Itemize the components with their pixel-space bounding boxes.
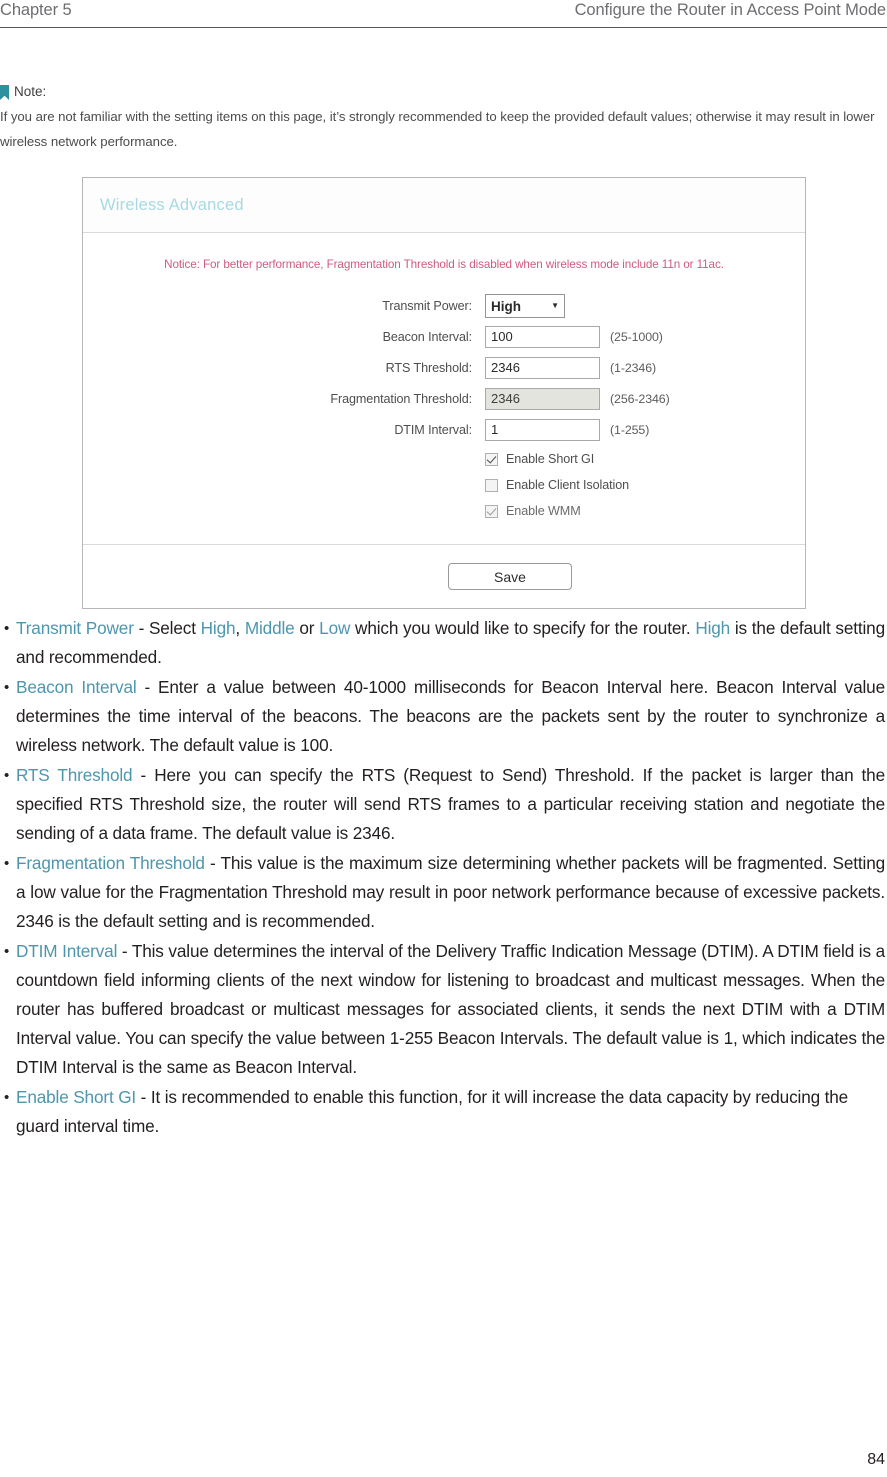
- field-label-transmit-power: Transmit Power:: [382, 299, 472, 313]
- note-title-label: Note:: [14, 84, 47, 99]
- fragmentation-threshold-input: 2346: [485, 388, 600, 410]
- field-label-rts-threshold: RTS Threshold:: [385, 361, 472, 375]
- term-highlight: DTIM Interval: [16, 941, 118, 961]
- body-text: - Enter a value between 40-1000 millisec…: [16, 677, 885, 755]
- field-label-beacon-interval: Beacon Interval:: [382, 330, 473, 344]
- bullet-text-enable-short-gi: Enable Short GI - It is recommended to e…: [16, 1083, 887, 1141]
- term-highlight: Beacon Interval: [16, 677, 137, 697]
- field-row-beacon-interval: Beacon Interval: 100 (25-1000): [83, 322, 805, 352]
- body-text: ,: [235, 618, 245, 638]
- note-title: Note:: [0, 84, 880, 100]
- checkbox-row-short-gi[interactable]: Enable Short GI: [83, 446, 805, 472]
- bullet-text-transmit-power: Transmit Power - Select High, Middle or …: [16, 614, 887, 672]
- bullet-text-fragmentation-threshold: Fragmentation Threshold - This value is …: [16, 849, 887, 936]
- ui-field-list: Transmit Power: High ▼ Beacon Interval: …: [83, 291, 805, 544]
- term-highlight: High: [695, 618, 731, 638]
- bullet-glyph: •: [4, 943, 10, 960]
- transmit-power-value: High: [491, 298, 521, 314]
- field-label-dtim-interval: DTIM Interval:: [394, 423, 472, 437]
- list-item: • Transmit Power - Select High, Middle o…: [0, 614, 887, 672]
- enable-wmm-checkbox[interactable]: [485, 504, 498, 518]
- field-hint-fragmentation-threshold: (256-2346): [610, 392, 670, 406]
- list-item: • Beacon Interval - Enter a value betwee…: [0, 673, 887, 760]
- term-highlight: Transmit Power: [16, 618, 134, 638]
- enable-wmm-label: Enable WMM: [506, 504, 581, 518]
- bullet-glyph: •: [4, 1089, 10, 1106]
- bullet-text-dtim-interval: DTIM Interval - This value determines th…: [16, 937, 887, 1082]
- ui-panel-body: Notice: For better performance, Fragment…: [83, 233, 805, 545]
- bullet-text-beacon-interval: Beacon Interval - Enter a value between …: [16, 673, 887, 760]
- enable-client-isolation-checkbox[interactable]: [485, 478, 498, 492]
- body-text: - Here you can specify the RTS (Request …: [16, 765, 885, 843]
- bullet-glyph: •: [4, 679, 10, 696]
- ui-panel-footer: Save: [83, 545, 805, 608]
- field-row-transmit-power: Transmit Power: High ▼: [83, 291, 805, 321]
- body-text: which you would like to specify for the …: [350, 618, 696, 638]
- field-row-rts-threshold: RTS Threshold: 2346 (1-2346): [83, 353, 805, 383]
- list-item: • DTIM Interval - This value determines …: [0, 937, 887, 1082]
- field-hint-rts-threshold: (1-2346): [610, 361, 657, 375]
- checkbox-row-wmm[interactable]: Enable WMM: [83, 498, 805, 524]
- term-highlight: Low: [319, 618, 351, 638]
- list-item: • Enable Short GI - It is recommended to…: [0, 1083, 887, 1141]
- note-body-text: If you are not familiar with the setting…: [0, 109, 875, 149]
- page-running-header: Chapter 5 Configure the Router in Access…: [0, 0, 887, 28]
- term-highlight: High: [200, 618, 236, 638]
- body-text: - It is recommended to enable this funct…: [16, 1087, 849, 1136]
- body-text: or: [294, 618, 320, 638]
- beacon-interval-input[interactable]: 100: [485, 326, 600, 348]
- term-highlight: Enable Short GI: [16, 1087, 137, 1107]
- chapter-label: Chapter 5: [0, 1, 72, 19]
- section-title: Configure the Router in Access Point Mod…: [574, 1, 887, 19]
- bookmark-icon: [0, 85, 9, 100]
- enable-client-isolation-label: Enable Client Isolation: [506, 478, 630, 492]
- note-block: Note: If you are not familiar with the s…: [0, 84, 880, 154]
- transmit-power-select[interactable]: High ▼: [485, 294, 565, 318]
- field-row-fragmentation-threshold: Fragmentation Threshold: 2346 (256-2346): [83, 384, 805, 414]
- checkbox-row-client-isolation[interactable]: Enable Client Isolation: [83, 472, 805, 498]
- body-text: - Select: [133, 618, 201, 638]
- field-label-fragmentation-threshold: Fragmentation Threshold:: [330, 392, 472, 406]
- chevron-down-icon: ▼: [551, 301, 559, 310]
- bullet-list: • Transmit Power - Select High, Middle o…: [0, 614, 887, 1142]
- rts-threshold-input[interactable]: 2346: [485, 357, 600, 379]
- bullet-glyph: •: [4, 767, 10, 784]
- page-number: 84: [867, 1451, 885, 1468]
- ui-notice-text: Notice: For better performance, Fragment…: [164, 258, 724, 271]
- body-text: - This value determines the interval of …: [16, 941, 885, 1077]
- list-item: • Fragmentation Threshold - This value i…: [0, 849, 887, 936]
- ui-panel-title: Wireless Advanced: [100, 195, 244, 214]
- field-hint-beacon-interval: (25-1000): [610, 330, 663, 344]
- bullet-glyph: •: [4, 620, 10, 637]
- enable-short-gi-label: Enable Short GI: [506, 452, 595, 466]
- router-ui-screenshot: Wireless Advanced Notice: For better per…: [82, 177, 806, 609]
- term-highlight: RTS Threshold: [16, 765, 133, 785]
- term-highlight: Fragmentation Threshold: [16, 853, 205, 873]
- field-row-dtim-interval: DTIM Interval: 1 (1-255): [83, 415, 805, 445]
- field-hint-dtim-interval: (1-255): [610, 423, 650, 437]
- term-highlight: Middle: [244, 618, 295, 638]
- bullet-text-rts-threshold: RTS Threshold - Here you can specify the…: [16, 761, 887, 848]
- ui-panel-titlebar: Wireless Advanced: [83, 178, 805, 233]
- list-item: • RTS Threshold - Here you can specify t…: [0, 761, 887, 848]
- bullet-glyph: •: [4, 855, 10, 872]
- dtim-interval-input[interactable]: 1: [485, 419, 600, 441]
- enable-short-gi-checkbox[interactable]: [485, 452, 498, 466]
- save-button[interactable]: Save: [448, 563, 572, 590]
